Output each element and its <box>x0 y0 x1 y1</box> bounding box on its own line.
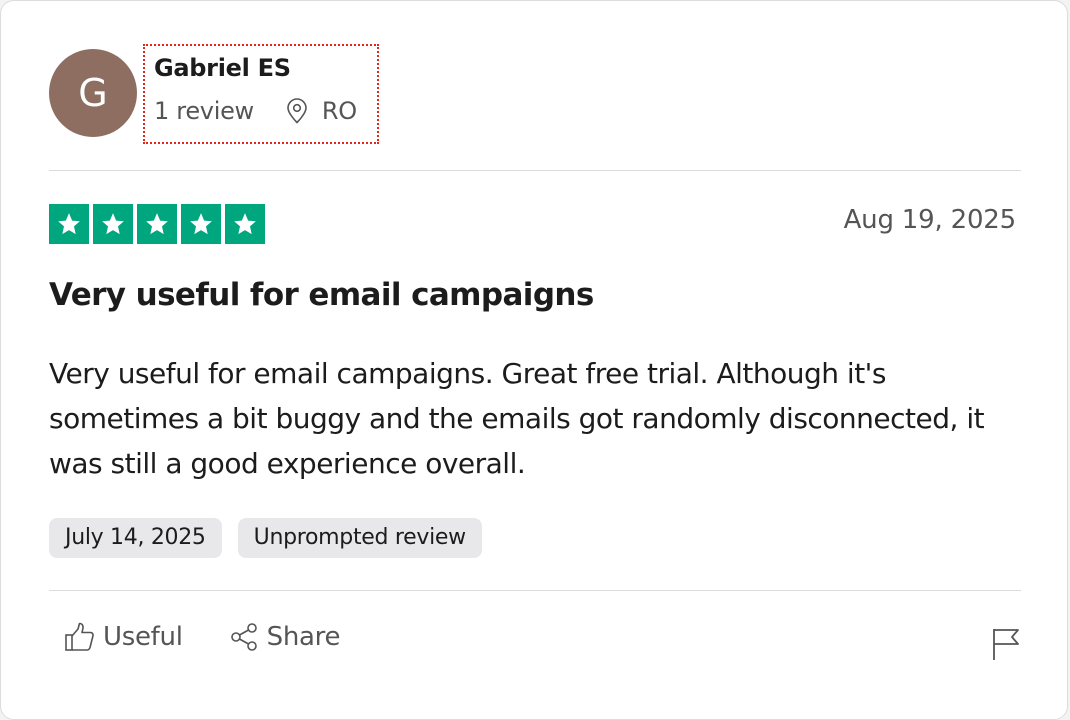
star-icon <box>49 204 89 244</box>
star-icon <box>181 204 221 244</box>
review-count: 1 review <box>154 97 254 125</box>
review-date: Aug 19, 2025 <box>843 205 1017 235</box>
share-button[interactable]: Share <box>229 621 341 653</box>
experience-date-tag: July 14, 2025 <box>49 518 222 558</box>
avatar-initial: G <box>78 71 108 115</box>
avatar[interactable]: G <box>49 49 137 137</box>
star-rating <box>49 204 265 244</box>
review-title[interactable]: Very useful for email campaigns <box>49 277 594 313</box>
location-pin-icon <box>287 98 307 124</box>
consumer-meta: 1 review RO <box>154 97 357 125</box>
divider <box>49 590 1021 591</box>
star-icon <box>137 204 177 244</box>
share-icon <box>230 623 257 651</box>
divider <box>49 170 1021 171</box>
unprompted-review-tag[interactable]: Unprompted review <box>237 518 482 558</box>
review-card: G Gabriel ES 1 review RO Aug 19, 2025 Ve… <box>0 0 1068 720</box>
useful-button[interactable]: Useful <box>63 621 183 653</box>
useful-label: Useful <box>103 622 183 652</box>
flag-icon <box>993 629 1019 660</box>
report-button[interactable] <box>991 627 1021 665</box>
star-icon <box>225 204 265 244</box>
review-tags: July 14, 2025 Unprompted review <box>49 518 482 558</box>
share-label: Share <box>266 622 341 652</box>
review-body: Very useful for email campaigns. Great f… <box>49 357 985 480</box>
star-icon <box>93 204 133 244</box>
thumbs-up-icon <box>65 622 94 651</box>
consumer-location: RO <box>286 97 357 125</box>
consumer-name[interactable]: Gabriel ES <box>154 54 291 82</box>
review-actions: Useful Share <box>63 621 340 653</box>
country-code: RO <box>321 97 357 125</box>
